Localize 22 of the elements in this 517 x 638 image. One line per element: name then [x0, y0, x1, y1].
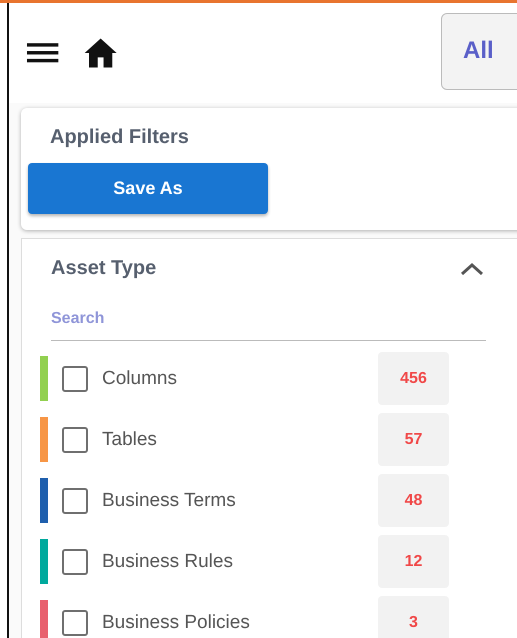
checkbox[interactable] [62, 548, 88, 574]
count-badge: 48 [378, 474, 449, 527]
count-badge: 57 [378, 413, 449, 466]
item-label: Business Terms [102, 490, 237, 512]
count-badge: 3 [378, 596, 449, 638]
scope-dropdown[interactable]: All [441, 12, 517, 90]
checkbox[interactable] [62, 426, 88, 452]
count-badge: 456 [378, 352, 449, 405]
menu-icon[interactable] [26, 41, 60, 65]
checkbox[interactable] [62, 488, 88, 514]
item-label: Business Rules [102, 550, 234, 572]
item-label: Business Policies [102, 612, 251, 634]
count-badge: 12 [378, 535, 449, 588]
checkbox[interactable] [62, 366, 88, 392]
chevron-icon[interactable] [459, 260, 485, 276]
checkbox[interactable] [62, 610, 88, 636]
item-label: Columns [102, 368, 178, 390]
card-title: Applied Filters [50, 126, 189, 149]
item-label: Tables [102, 428, 158, 450]
home-icon[interactable] [83, 37, 119, 69]
section-title: Asset Type [51, 257, 156, 280]
save-as-button[interactable]: Save As [28, 163, 268, 214]
